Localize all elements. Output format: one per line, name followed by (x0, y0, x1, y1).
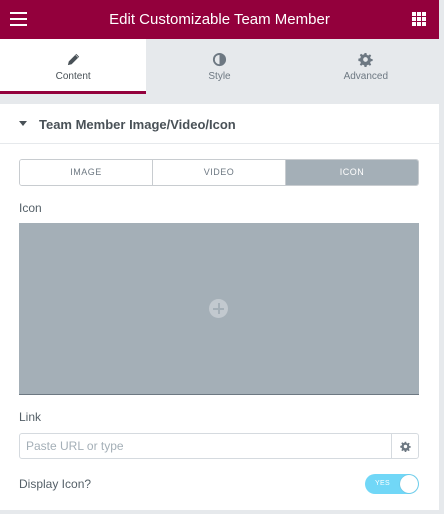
panel-scrollbar[interactable] (439, 104, 444, 510)
tab-content[interactable]: Content (0, 39, 147, 94)
gear-icon (358, 52, 374, 68)
tab-advanced[interactable]: Advanced (293, 39, 439, 94)
icon-picker[interactable] (19, 223, 419, 395)
widgets-grid-icon[interactable] (412, 12, 426, 26)
media-type-image[interactable]: IMAGE (20, 160, 153, 185)
content-panel: Team Member Image/Video/Icon IMAGE VIDEO… (0, 104, 439, 510)
display-icon-label: Display Icon? (19, 477, 92, 491)
link-url-input[interactable] (20, 434, 391, 458)
pencil-icon (65, 52, 81, 68)
half-circle-icon (211, 52, 227, 68)
media-type-icon[interactable]: ICON (286, 160, 418, 185)
media-type-video[interactable]: VIDEO (153, 160, 286, 185)
link-field (19, 433, 419, 459)
tab-advanced-label: Advanced (343, 71, 389, 82)
panel-tabs: Content Style Advanced (0, 39, 439, 94)
link-label: Link (19, 410, 42, 424)
icon-label: Icon (19, 201, 42, 215)
caret-down-icon (19, 121, 27, 126)
display-icon-toggle[interactable]: YES (365, 474, 419, 494)
panel-divider (0, 94, 444, 104)
toggle-knob (400, 475, 418, 493)
link-options-gear-icon[interactable] (391, 434, 418, 458)
media-type-choose: IMAGE VIDEO ICON (19, 159, 419, 186)
editor-header: Edit Customizable Team Member (0, 0, 439, 39)
tab-style[interactable]: Style (146, 39, 292, 94)
toggle-yes-label: YES (375, 480, 390, 487)
add-icon[interactable] (209, 299, 228, 318)
tab-style-label: Style (208, 71, 231, 82)
panel-title: Edit Customizable Team Member (109, 11, 330, 28)
section-title: Team Member Image/Video/Icon (39, 117, 236, 132)
tab-content-label: Content (55, 71, 91, 82)
section-toggle-team-member-media[interactable]: Team Member Image/Video/Icon (0, 104, 439, 144)
